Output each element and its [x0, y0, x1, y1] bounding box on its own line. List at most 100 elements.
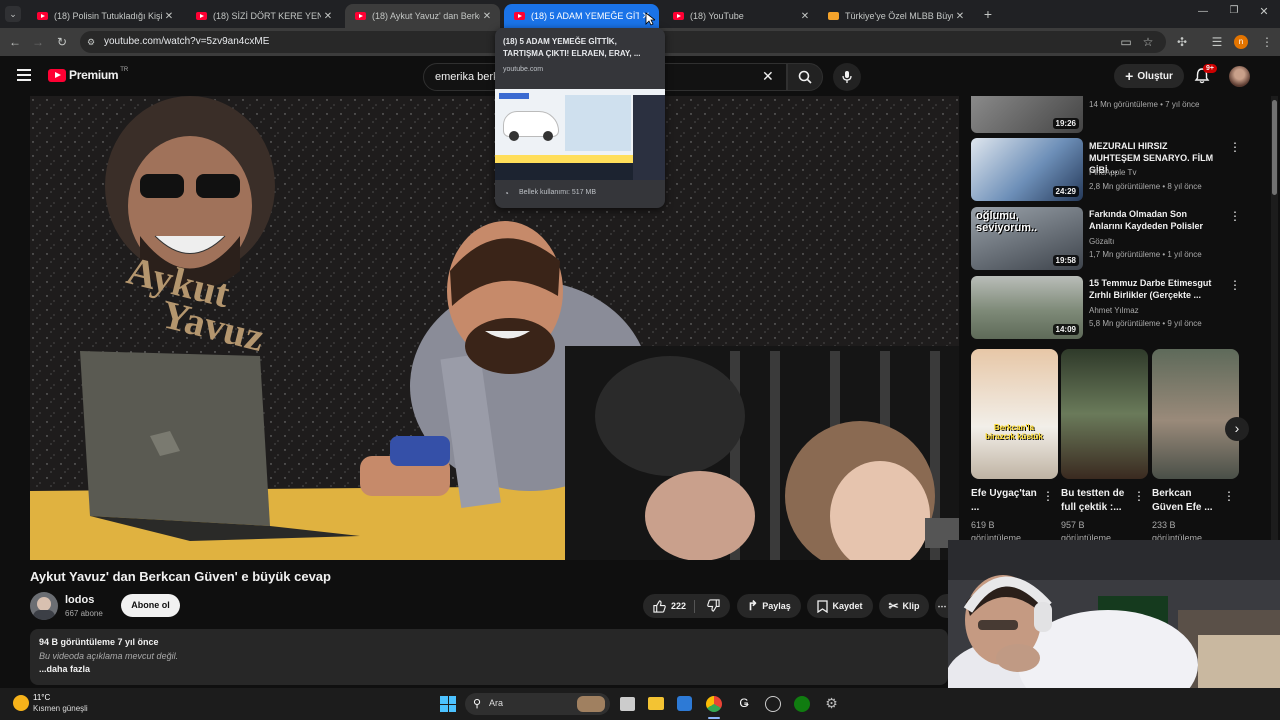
browser-tab-hovered[interactable]: (18) 5 ADAM YEMEĞE GİTTİK, T ✕ — [504, 4, 659, 28]
site-info-icon[interactable]: ⚙ — [87, 31, 95, 53]
webcam-overlay — [948, 540, 1280, 690]
reload-icon[interactable]: ↻ — [53, 33, 71, 51]
forward-icon[interactable]: → — [29, 33, 47, 51]
extensions-icon[interactable]: ✣ — [1173, 33, 1191, 51]
search-icon — [798, 70, 812, 84]
recommendation-channel[interactable]: Ahmet Yılmaz — [1089, 306, 1139, 315]
youtube-favicon-icon — [514, 12, 525, 20]
clear-search-icon[interactable]: ✕ — [762, 68, 774, 85]
new-tab-button[interactable]: + — [980, 5, 996, 23]
webcam-frame — [948, 540, 1280, 690]
hamburger-menu-icon[interactable] — [17, 68, 31, 82]
share-icon: ↱ — [747, 598, 759, 613]
short-thumbnail[interactable]: Berkcan'la birazcık küstük — [971, 349, 1058, 479]
thumbnail-caption: oğlumu, seviyorum.. — [976, 210, 1038, 234]
chrome-icon[interactable] — [706, 696, 722, 712]
back-icon[interactable]: ← — [6, 33, 24, 51]
more-options-icon[interactable]: ⋮ — [1133, 489, 1145, 503]
scissors-icon: ✂ — [888, 599, 899, 613]
clip-button[interactable]: ✂ Klip — [879, 594, 929, 618]
memory-icon: ◔ — [504, 189, 509, 198]
create-label: Oluştur — [1137, 70, 1173, 82]
youtube-favicon-icon — [355, 12, 366, 20]
dislike-button[interactable] — [699, 598, 720, 614]
store-icon[interactable] — [677, 696, 692, 711]
browser-tab[interactable]: Türkiye'ye Özel MLBB Büyük Ra ✕ — [818, 4, 973, 28]
start-button[interactable] — [440, 696, 456, 712]
browser-tab-strip: ⌄ (18) Polisin Tutukladığı Kişi HÂ ✕ (18… — [0, 0, 1280, 28]
recommendation-title[interactable]: Farkında Olmadan Son Anlarını Kaydeden P… — [1089, 208, 1221, 232]
video-title: Aykut Yavuz' dan Berkcan Güven' e büyük … — [30, 569, 331, 584]
profile-avatar[interactable]: n — [1234, 35, 1248, 49]
shorts-next-button[interactable]: › — [1225, 417, 1249, 441]
youtube-premium-logo[interactable]: Premium TR — [48, 67, 128, 82]
browser-menu-icon[interactable]: ⋮ — [1258, 33, 1276, 51]
recommendation-meta: 5,8 Mn görüntüleme • 9 yıl önce — [1089, 319, 1202, 328]
browser-tab[interactable]: (18) Polisin Tutukladığı Kişi HÂ ✕ — [27, 4, 182, 28]
restore-icon[interactable]: ❐ — [1227, 5, 1241, 19]
scrollbar-thumb[interactable] — [1272, 100, 1277, 195]
close-tab-icon[interactable]: ✕ — [480, 11, 494, 22]
more-options-icon[interactable]: ⋮ — [1229, 278, 1241, 292]
task-view-icon[interactable] — [620, 697, 635, 711]
close-tab-icon[interactable]: ✕ — [162, 11, 176, 22]
browser-tab[interactable]: (18) SİZİ DÖRT KERE YENDİM - ✕ — [186, 4, 341, 28]
app-g-icon[interactable]: Ǥ — [736, 696, 752, 712]
short-title[interactable]: Efe Uygaç'tan ... — [971, 487, 1041, 515]
recommendation-meta: 2,8 Mn görüntüleme • 8 yıl önce — [1089, 182, 1202, 191]
search-highlight-icon — [577, 696, 605, 712]
file-explorer-icon[interactable] — [648, 697, 664, 710]
settings-gear-icon[interactable]: ⚙ — [823, 695, 840, 712]
show-more-link[interactable]: ...daha fazla — [39, 664, 90, 674]
create-button[interactable]: + Oluştur — [1114, 64, 1184, 88]
weather-widget[interactable]: 11°C Kısmen güneşli — [10, 693, 120, 715]
subscribe-button[interactable]: Abone ol — [121, 594, 180, 617]
channel-name[interactable]: lodos — [65, 594, 94, 606]
recommendation-meta: 14 Mn görüntüleme • 7 yıl önce — [1089, 100, 1200, 109]
notifications-button[interactable]: 9+ — [1194, 64, 1217, 85]
app-aperture-icon[interactable] — [765, 696, 781, 712]
close-tab-icon[interactable]: ✕ — [953, 11, 967, 22]
short-thumbnail[interactable] — [1152, 349, 1239, 479]
more-options-icon[interactable]: ⋮ — [1229, 209, 1241, 223]
recommendation-thumbnail[interactable]: oğlumu, seviyorum.. 19:58 — [971, 207, 1083, 270]
more-actions-button[interactable]: ⋯ — [935, 594, 949, 618]
short-title[interactable]: Berkcan Güven Efe ... — [1152, 487, 1222, 515]
hover-card-domain: youtube.com — [503, 66, 544, 73]
close-tab-icon[interactable]: ✕ — [321, 11, 335, 22]
close-window-icon[interactable]: ✕ — [1257, 5, 1271, 19]
active-app-indicator — [708, 717, 720, 719]
short-thumbnail[interactable] — [1061, 349, 1148, 479]
media-queue-icon[interactable]: ☰ — [1208, 33, 1226, 51]
cast-icon[interactable]: ▭ — [1117, 33, 1135, 51]
search-button[interactable] — [787, 63, 823, 91]
channel-avatar[interactable] — [30, 592, 58, 620]
windows-taskbar: 11°C Kısmen güneşli ⚲ Ara Ǥ ⚙ — [0, 688, 1280, 720]
short-title[interactable]: Bu testten de full çektik :... — [1061, 487, 1131, 515]
tab-search-button[interactable]: ⌄ — [5, 6, 21, 22]
recommendation-title[interactable]: 15 Temmuz Darbe Etimesgut Zırhlı Birlikl… — [1089, 277, 1221, 301]
bookmark-star-icon[interactable]: ☆ — [1139, 33, 1157, 51]
recommendation-channel[interactable]: Gözaltı — [1089, 237, 1114, 246]
recommendation-thumbnail[interactable]: 19:26 — [971, 96, 1083, 133]
recommendation-thumbnail[interactable]: 24:29 — [971, 138, 1083, 201]
xbox-icon[interactable] — [794, 696, 810, 712]
recommendation-thumbnail[interactable]: 14:09 — [971, 276, 1083, 339]
browser-tab[interactable]: (18) YouTube ✕ — [663, 4, 818, 28]
taskbar-search[interactable]: ⚲ Ara — [465, 693, 610, 715]
minimize-icon[interactable]: — — [1196, 6, 1210, 20]
plus-icon: + — [1125, 68, 1134, 84]
more-options-icon[interactable]: ⋮ — [1223, 489, 1235, 503]
close-tab-icon[interactable]: ✕ — [798, 11, 812, 22]
save-button[interactable]: Kaydet — [807, 594, 873, 618]
more-options-icon[interactable]: ⋮ — [1229, 140, 1241, 154]
clip-label: Klip — [902, 601, 920, 611]
more-options-icon[interactable]: ⋮ — [1042, 489, 1054, 503]
account-avatar[interactable] — [1229, 66, 1250, 87]
browser-tab-active[interactable]: (18) Aykut Yavuz' dan Berkcan G ✕ — [345, 4, 500, 28]
recommendation-channel[interactable]: PineApple Tv — [1089, 168, 1136, 177]
voice-search-button[interactable] — [833, 63, 861, 91]
url-text: youtube.com/watch?v=5zv9an4cxME — [104, 36, 270, 47]
share-button[interactable]: ↱ Paylaş — [737, 594, 801, 618]
like-button[interactable]: 222 — [653, 599, 696, 613]
